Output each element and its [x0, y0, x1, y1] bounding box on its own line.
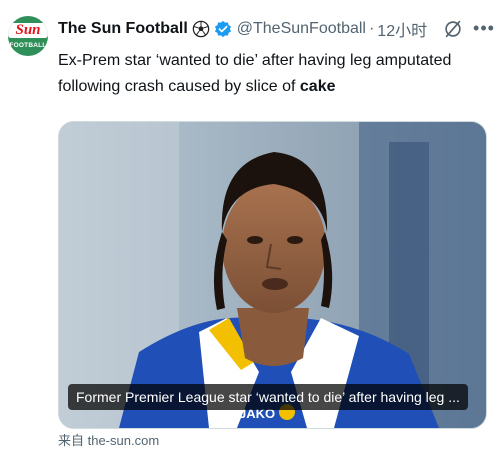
verified-badge-icon [214, 20, 231, 38]
avatar-logo-text: Sun [8, 23, 48, 38]
grok-icon[interactable] [442, 18, 464, 40]
tweet-header: The Sun Football @TheSunFootball · 12小时 … [58, 16, 500, 42]
separator-dot: · [368, 20, 375, 37]
soccer-ball-icon [192, 20, 210, 38]
tweet-text: Ex-Prem star ‘wanted to die’ after havin… [58, 48, 488, 100]
account-handle[interactable]: @TheSunFootball [237, 20, 366, 38]
tweet-text-bold: cake [299, 78, 336, 95]
link-card-caption[interactable]: Former Premier League star ‘wanted to di… [68, 384, 468, 410]
tweet-text-line-2: following crash caused by slice of cake [58, 74, 488, 100]
tweet-text-plain: following crash caused by slice of [58, 78, 300, 95]
avatar-logo-subtext: FOOTBALL [9, 42, 47, 49]
timestamp[interactable]: 12小时 [377, 17, 427, 41]
more-icon[interactable]: ••• [472, 16, 496, 40]
photo: JAKO [59, 122, 486, 428]
avatar[interactable]: Sun FOOTBALL [8, 16, 48, 56]
account-name[interactable]: The Sun Football [58, 20, 188, 38]
tweet-text-line-1: Ex-Prem star ‘wanted to die’ after havin… [58, 52, 452, 69]
link-card-image[interactable]: JAKO Former Premier League star ‘wanted … [58, 121, 487, 429]
